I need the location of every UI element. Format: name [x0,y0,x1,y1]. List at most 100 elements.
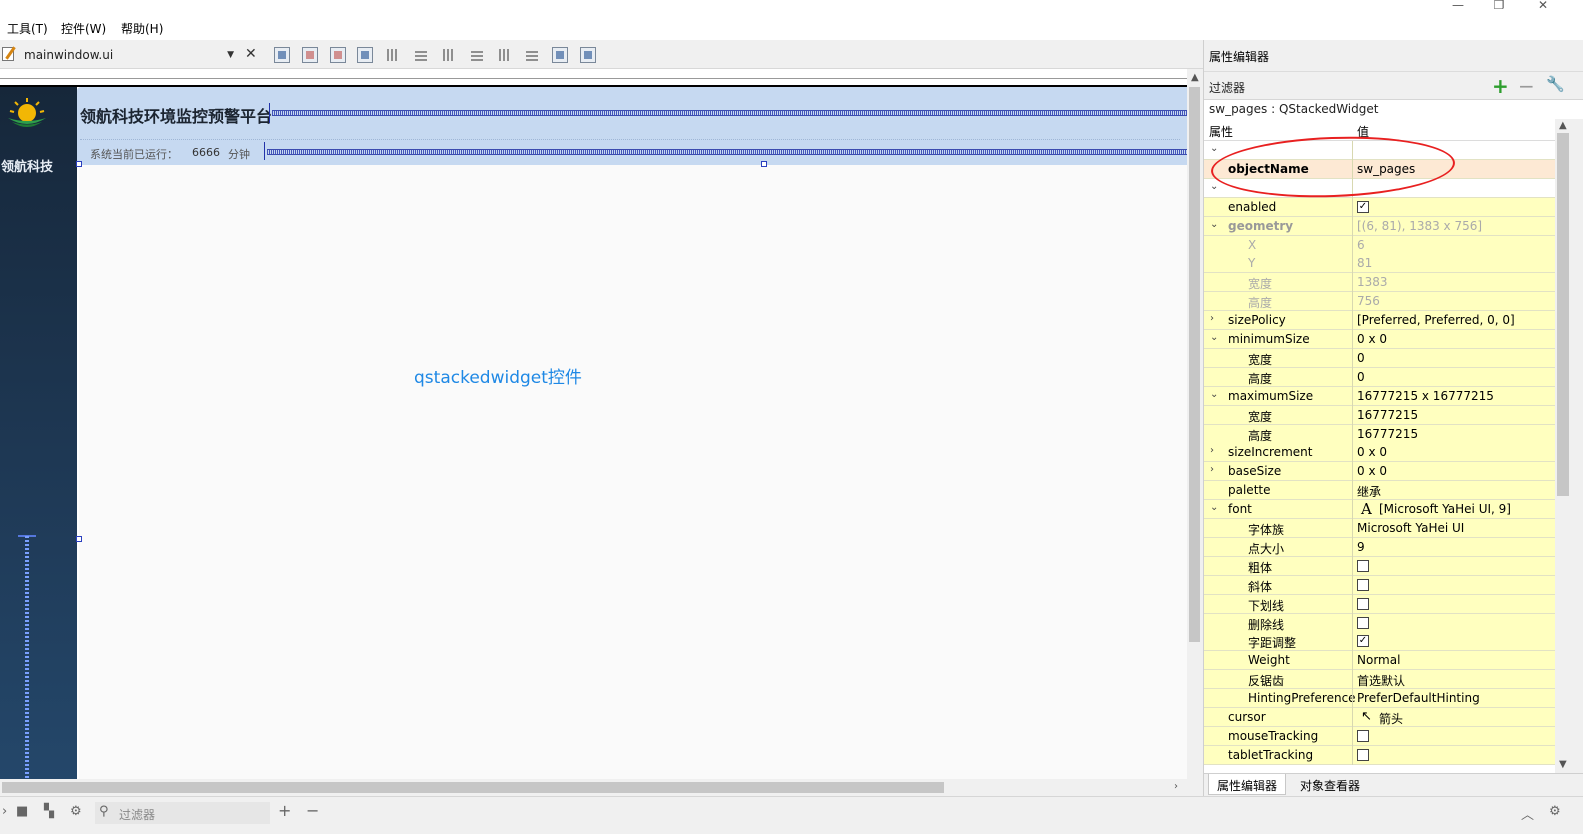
layout-horizontal-icon[interactable] [385,47,401,63]
menu-tools[interactable]: 工具(T) [7,20,48,37]
property-row[interactable]: 高度 16777215 [1204,424,1555,444]
scroll-right-icon[interactable]: › [1174,781,1178,792]
horizontal-spacer[interactable] [267,149,1187,155]
property-value[interactable]: 首选默认 [1357,672,1405,689]
property-row[interactable]: ⌄ geometry [(6, 81), 1383 x 756] [1204,216,1555,236]
form-canvas[interactable]: 领航科技 领航科技环境监控预警平台 系统当前已运行： 6666 分钟 qstac… [0,69,1187,779]
property-row[interactable]: ⌄ minimumSize 0 x 0 [1204,330,1555,349]
property-row[interactable]: HintingPreference PreferDefaultHinting [1204,689,1555,709]
property-row[interactable]: Weight Normal [1204,651,1555,671]
property-value[interactable]: 0 [1357,351,1365,365]
break-layout-icon[interactable] [552,47,568,63]
adjust-size-icon[interactable] [580,47,596,63]
property-row[interactable]: X6 [1204,235,1555,255]
header-title[interactable]: 领航科技环境监控预警平台 [80,103,272,127]
scroll-left-icon[interactable]: › [2,804,7,819]
plus-icon[interactable]: + [1492,74,1509,98]
chevron-down-icon[interactable]: ⌄ [1210,219,1220,230]
horizontal-spacer[interactable] [272,110,1187,116]
property-row[interactable]: 宽度 16777215 [1204,405,1555,425]
property-row[interactable]: 下划线 [1204,594,1555,614]
menu-help[interactable]: 帮助(H) [121,20,163,37]
left-nav-panel[interactable]: 领航科技 [0,87,77,779]
property-row[interactable]: ⌄ maximumSize 16777215 x 16777215 [1204,386,1555,406]
minimize-icon[interactable]: — [1440,0,1476,12]
edit-tab-order-icon[interactable] [357,47,373,63]
chevron-right-icon[interactable]: › [1210,464,1220,475]
runtime-value[interactable]: 6666 [192,146,220,159]
property-row[interactable]: 字距调整 ✓ [1204,632,1555,652]
property-value[interactable]: 0 x 0 [1357,332,1387,346]
property-row[interactable]: cursor ↖ 箭头 [1204,708,1555,727]
property-checkbox[interactable]: ✓ [1357,200,1369,213]
add-action-icon[interactable]: + [278,801,291,820]
document-selector[interactable]: mainwindow.ui ▼ [18,45,238,65]
property-row[interactable]: ⌄ font A [Microsoft YaHei UI, 9] [1204,500,1555,520]
property-checkbox[interactable] [1357,578,1369,591]
property-checkbox[interactable] [1357,559,1369,572]
stop-icon[interactable]: ■ [16,804,28,819]
chart-icon[interactable]: ▚ [44,804,54,819]
property-row[interactable]: › baseSize 0 x 0 [1204,462,1555,482]
property-row[interactable]: 宽度 1383 [1204,273,1555,293]
property-value[interactable]: 0 x 0 [1357,445,1387,459]
property-row[interactable]: › sizePolicy [Preferred, Preferred, 0, 0] [1204,311,1555,331]
property-row[interactable]: enabled ✓ [1204,197,1555,217]
scrollbar-thumb[interactable] [1557,133,1569,496]
layout-vertical-icon[interactable] [413,47,429,63]
property-value[interactable]: 0 [1357,370,1365,384]
property-value[interactable]: 继承 [1357,483,1381,500]
property-value[interactable]: 9 [1357,540,1365,554]
property-value[interactable]: 6 [1357,238,1365,252]
layout-grid-icon[interactable] [524,47,540,63]
canvas-vertical-scrollbar[interactable]: ▲ [1187,69,1203,779]
chevron-down-icon[interactable]: ⌄ [1210,502,1220,513]
runtime-unit[interactable]: 分钟 [228,146,250,162]
action-filter-input[interactable]: ⚲ 过滤器 [95,802,270,824]
property-value[interactable]: [(6, 81), 1383 x 756] [1357,219,1482,233]
selection-handle[interactable] [76,161,82,167]
property-value[interactable]: [Microsoft YaHei UI, 9] [1379,502,1511,516]
property-value[interactable]: Microsoft YaHei UI [1357,521,1464,535]
property-value[interactable]: 756 [1357,294,1380,308]
property-row[interactable]: 宽度 0 [1204,348,1555,368]
remove-action-icon[interactable]: − [306,801,319,820]
scrollbar-thumb[interactable] [2,782,944,793]
tab-object-inspector[interactable]: 对象查看器 [1292,774,1368,795]
vertical-spacer[interactable] [25,536,29,779]
scroll-down-icon[interactable]: ▼ [1559,759,1567,770]
property-value[interactable]: 16777215 [1357,427,1418,441]
chevron-down-icon[interactable]: ⌄ [1210,332,1220,343]
property-value[interactable]: 16777215 [1357,408,1418,422]
minus-icon[interactable]: − [1518,74,1535,98]
edit-buddies-icon[interactable] [330,47,346,63]
property-value[interactable]: 箭头 [1379,710,1403,727]
property-row[interactable]: 高度 756 [1204,292,1555,312]
property-checkbox[interactable] [1357,729,1369,742]
chevron-down-icon[interactable]: ⌄ [1210,181,1220,192]
stacked-widget-label[interactable]: qstackedwidget控件 [414,363,582,388]
scroll-up-icon[interactable]: ▲ [1559,120,1567,131]
restore-icon[interactable]: ❐ [1481,0,1517,12]
tab-property-editor[interactable]: 属性编辑器 [1208,774,1287,795]
property-row[interactable]: › sizeIncrement 0 x 0 [1204,443,1555,463]
chevron-right-icon[interactable]: › [1210,445,1220,456]
property-filter-input[interactable]: 过滤器 [1209,79,1245,96]
property-row[interactable]: Y 81 [1204,254,1555,274]
close-window-icon[interactable]: ✕ [1525,0,1561,12]
property-row[interactable]: 斜体 [1204,575,1555,595]
property-scrollbar[interactable]: ▲ ▼ [1555,119,1583,773]
runtime-label[interactable]: 系统当前已运行： [90,146,178,162]
menu-widgets[interactable]: 控件(W) [61,20,106,37]
property-value[interactable]: [Preferred, Preferred, 0, 0] [1357,313,1515,327]
property-checkbox[interactable]: ✓ [1357,635,1369,648]
gear-icon[interactable]: ⚙ [1549,804,1561,819]
property-row[interactable]: 粗体 [1204,556,1555,576]
header-widget[interactable]: 领航科技环境监控预警平台 系统当前已运行： 6666 分钟 [77,87,1187,165]
close-icon[interactable]: ✕ [245,46,257,62]
property-row[interactable]: 高度 0 [1204,367,1555,387]
property-row[interactable]: 点大小 9 [1204,537,1555,557]
property-value[interactable]: Normal [1357,653,1400,667]
layout-vertical-splitter-icon[interactable] [469,47,485,63]
column-header-property[interactable]: 属性 [1209,123,1233,140]
